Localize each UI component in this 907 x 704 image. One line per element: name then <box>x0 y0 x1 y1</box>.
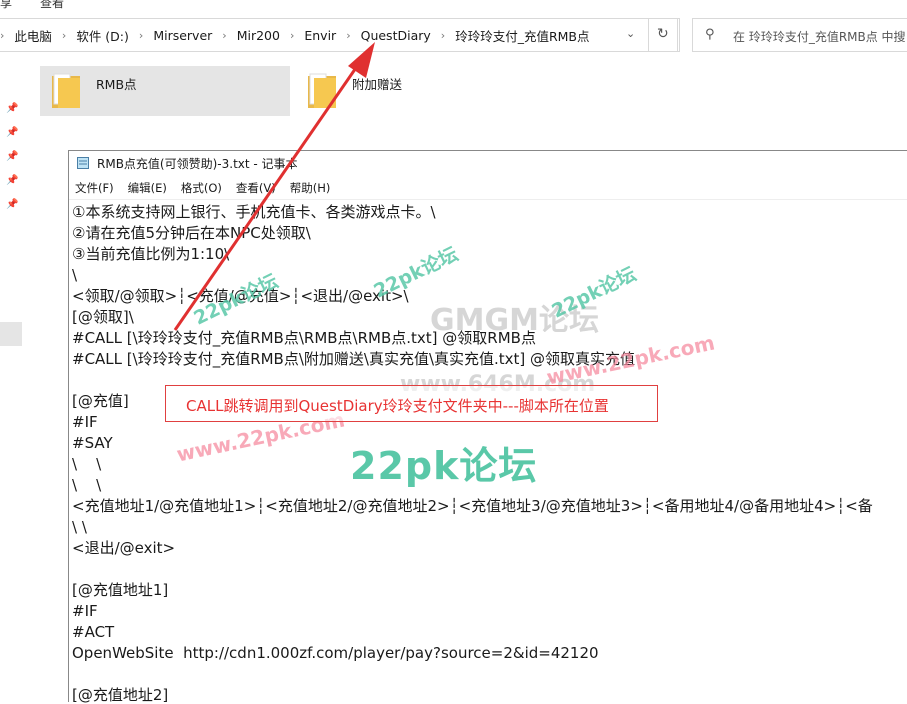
text-line: #ACT <box>72 623 115 641</box>
menu-help[interactable]: 帮助(H) <box>290 177 331 197</box>
text-line: [@充值地址2] <box>72 686 169 704</box>
chevron-right-icon: › <box>61 28 67 42</box>
pin-icon[interactable]: 📌 <box>6 199 20 213</box>
menu-file[interactable]: 文件(F) <box>75 177 114 197</box>
menu-format[interactable]: 格式(O) <box>181 177 222 197</box>
chevron-right-icon: › <box>346 28 351 42</box>
annotation-callout: CALL跳转调用到QuestDiary玲玲支付文件夹中---脚本所在位置 <box>165 385 658 422</box>
address-bar[interactable]: › 此电脑 › 软件 (D:) › Mirserver › Mir200 › E… <box>0 18 680 52</box>
breadcrumb-questdiary[interactable]: QuestDiary <box>361 28 431 43</box>
annotation-text: CALL跳转调用到QuestDiary玲玲支付文件夹中---脚本所在位置 <box>186 397 609 415</box>
breadcrumb-current-folder[interactable]: 玲玲玲支付_充值RMB点 <box>455 26 589 45</box>
chevron-right-icon: › <box>289 28 295 42</box>
text-line: #CALL [\玲玲玲支付_充值RMB点\RMB点\RMB点.txt] @领取R… <box>72 329 536 347</box>
search-icon: ⚲ <box>705 27 715 42</box>
folder-name: 附加赠送 <box>352 77 403 92</box>
ribbon-tab-view[interactable]: 查看 <box>40 0 64 11</box>
pin-icon[interactable]: 📌 <box>6 127 20 141</box>
text-line: ③当前充值比例为1:10\ <box>72 245 230 263</box>
notepad-icon <box>77 157 89 169</box>
text-line: #IF <box>72 413 98 431</box>
breadcrumb-this-pc[interactable]: 此电脑 <box>14 26 52 45</box>
quick-access-pins: 📌 📌 📌 📌 📌 <box>6 103 20 223</box>
refresh-icon: ↻ <box>657 26 669 42</box>
ribbon-tab-share[interactable]: 享 <box>0 0 12 11</box>
text-line: \ \ <box>72 455 102 473</box>
text-line: OpenWebSite http://cdn1.000zf.com/player… <box>72 644 599 662</box>
text-line: ①本系统支持网上银行、手机充值卡、各类游戏点卡。\ <box>72 203 436 221</box>
notepad-window: RMB点充值(可领赞助)-3.txt - 记事本 文件(F) 编辑(E) 格式(… <box>68 150 907 704</box>
folder-item-rmb[interactable]: RMB点 <box>40 66 290 116</box>
text-line: [@充值地址1] <box>72 581 169 599</box>
text-line: #SAY <box>72 434 113 452</box>
ribbon-tabs: 享 查看 <box>0 0 907 12</box>
pin-icon[interactable]: 📌 <box>6 151 20 165</box>
text-line: <领取/@领取>┆<充值/@充值>┆<退出/@exit>\ <box>72 287 409 305</box>
text-line: \ \ <box>72 476 102 494</box>
chevron-right-icon: › <box>0 28 5 42</box>
text-line: <退出/@exit> <box>72 539 176 557</box>
search-input[interactable]: ⚲ 在 玲玲玲支付_充值RMB点 中搜 <box>692 18 907 52</box>
menu-view[interactable]: 查看(V) <box>236 177 276 197</box>
pin-icon[interactable]: 📌 <box>6 175 20 189</box>
chevron-down-icon[interactable]: ⌄ <box>626 27 635 40</box>
notepad-titlebar[interactable]: RMB点充值(可领赞助)-3.txt - 记事本 <box>69 151 907 175</box>
text-line: \ <box>72 266 78 284</box>
chevron-right-icon: › <box>440 28 446 42</box>
folder-item-bonus[interactable]: 附加赠送 <box>296 66 476 116</box>
refresh-button[interactable]: ↻ <box>648 18 678 52</box>
search-placeholder: 在 玲玲玲支付_充值RMB点 中搜 <box>733 30 906 44</box>
breadcrumb: › 此电脑 › 软件 (D:) › Mirserver › Mir200 › E… <box>0 19 589 51</box>
breadcrumb-mirserver[interactable]: Mirserver <box>153 28 212 43</box>
text-line: #CALL [\玲玲玲支付_充值RMB点\附加赠送\真实充值\真实充值.txt]… <box>72 350 636 368</box>
notepad-text-area[interactable]: ①本系统支持网上银行、手机充值卡、各类游戏点卡。\ ②请在充值5分钟后在本NPC… <box>69 199 907 704</box>
folder-name: RMB点 <box>96 77 137 92</box>
breadcrumb-mir200[interactable]: Mir200 <box>237 28 280 43</box>
notepad-menubar: 文件(F) 编辑(E) 格式(O) 查看(V) 帮助(H) <box>69 177 338 197</box>
text-line: ②请在充值5分钟后在本NPC处领取\ <box>72 224 311 242</box>
folder-icon <box>308 73 336 108</box>
notepad-title: RMB点充值(可领赞助)-3.txt - 记事本 <box>97 157 298 171</box>
nav-pane-selection[interactable] <box>0 322 22 346</box>
text-line: <充值地址1/@充值地址1>┆<充值地址2/@充值地址2>┆<充值地址3/@充值… <box>72 497 873 515</box>
text-line: \ \ <box>72 518 87 536</box>
menu-edit[interactable]: 编辑(E) <box>128 177 167 197</box>
text-line: [@充值] <box>72 392 129 410</box>
breadcrumb-envir[interactable]: Envir <box>304 28 336 43</box>
chevron-right-icon: › <box>138 28 144 42</box>
text-line: [@领取]\ <box>72 308 134 326</box>
folder-icon <box>52 73 80 108</box>
pin-icon[interactable]: 📌 <box>6 103 20 117</box>
chevron-right-icon: › <box>222 28 227 42</box>
breadcrumb-drive-d[interactable]: 软件 (D:) <box>76 26 129 45</box>
text-line: #IF <box>72 602 98 620</box>
